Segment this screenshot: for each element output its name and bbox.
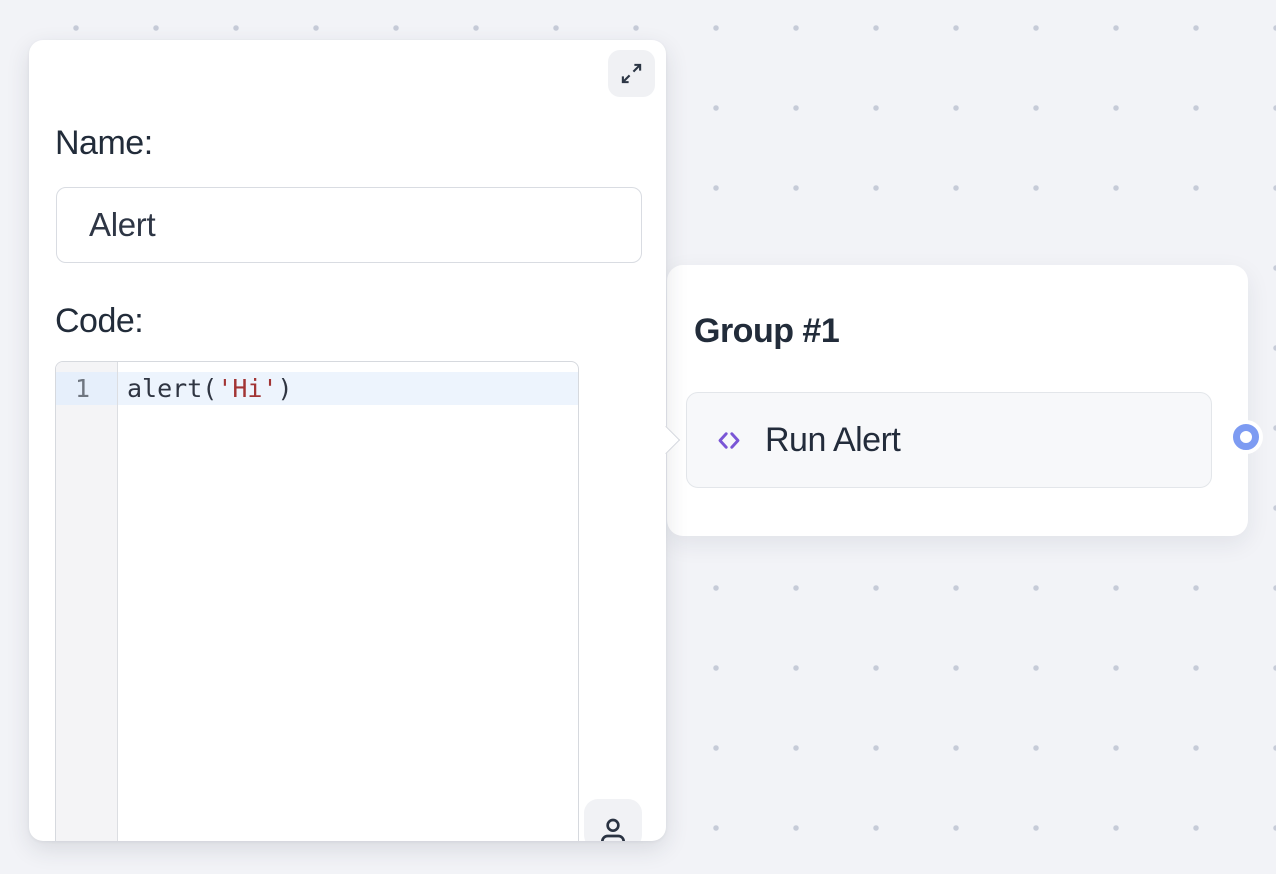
- output-handle[interactable]: [1229, 420, 1263, 454]
- code-editor: 1 alert('Hi'): [55, 361, 579, 841]
- code-token-plain: ): [278, 374, 293, 403]
- connection-dot-icon: [1233, 424, 1259, 450]
- node-item-label: Run Alert: [765, 421, 900, 460]
- code-label: Code:: [55, 302, 143, 341]
- expand-button[interactable]: [608, 50, 655, 97]
- group-node[interactable]: Group #1 Run Alert: [667, 265, 1248, 536]
- line-number: 1: [56, 372, 117, 405]
- code-token-string: 'Hi': [217, 374, 277, 403]
- code-icon: [713, 427, 745, 454]
- code-editor-content[interactable]: alert('Hi'): [118, 362, 578, 841]
- group-title: Group #1: [694, 312, 839, 351]
- user-icon: [597, 799, 629, 841]
- node-canvas[interactable]: Name: Code: 1 alert('Hi') Group #1: [0, 0, 1276, 874]
- code-token-plain: alert(: [127, 374, 217, 403]
- node-editor-panel: Name: Code: 1 alert('Hi'): [29, 40, 666, 841]
- user-button[interactable]: [584, 799, 642, 841]
- name-label: Name:: [55, 124, 153, 163]
- code-line: alert('Hi'): [118, 372, 578, 405]
- code-editor-gutter: 1: [56, 362, 118, 841]
- expand-icon: [620, 62, 643, 85]
- node-item-run-alert[interactable]: Run Alert: [686, 392, 1212, 488]
- name-input[interactable]: [56, 187, 642, 263]
